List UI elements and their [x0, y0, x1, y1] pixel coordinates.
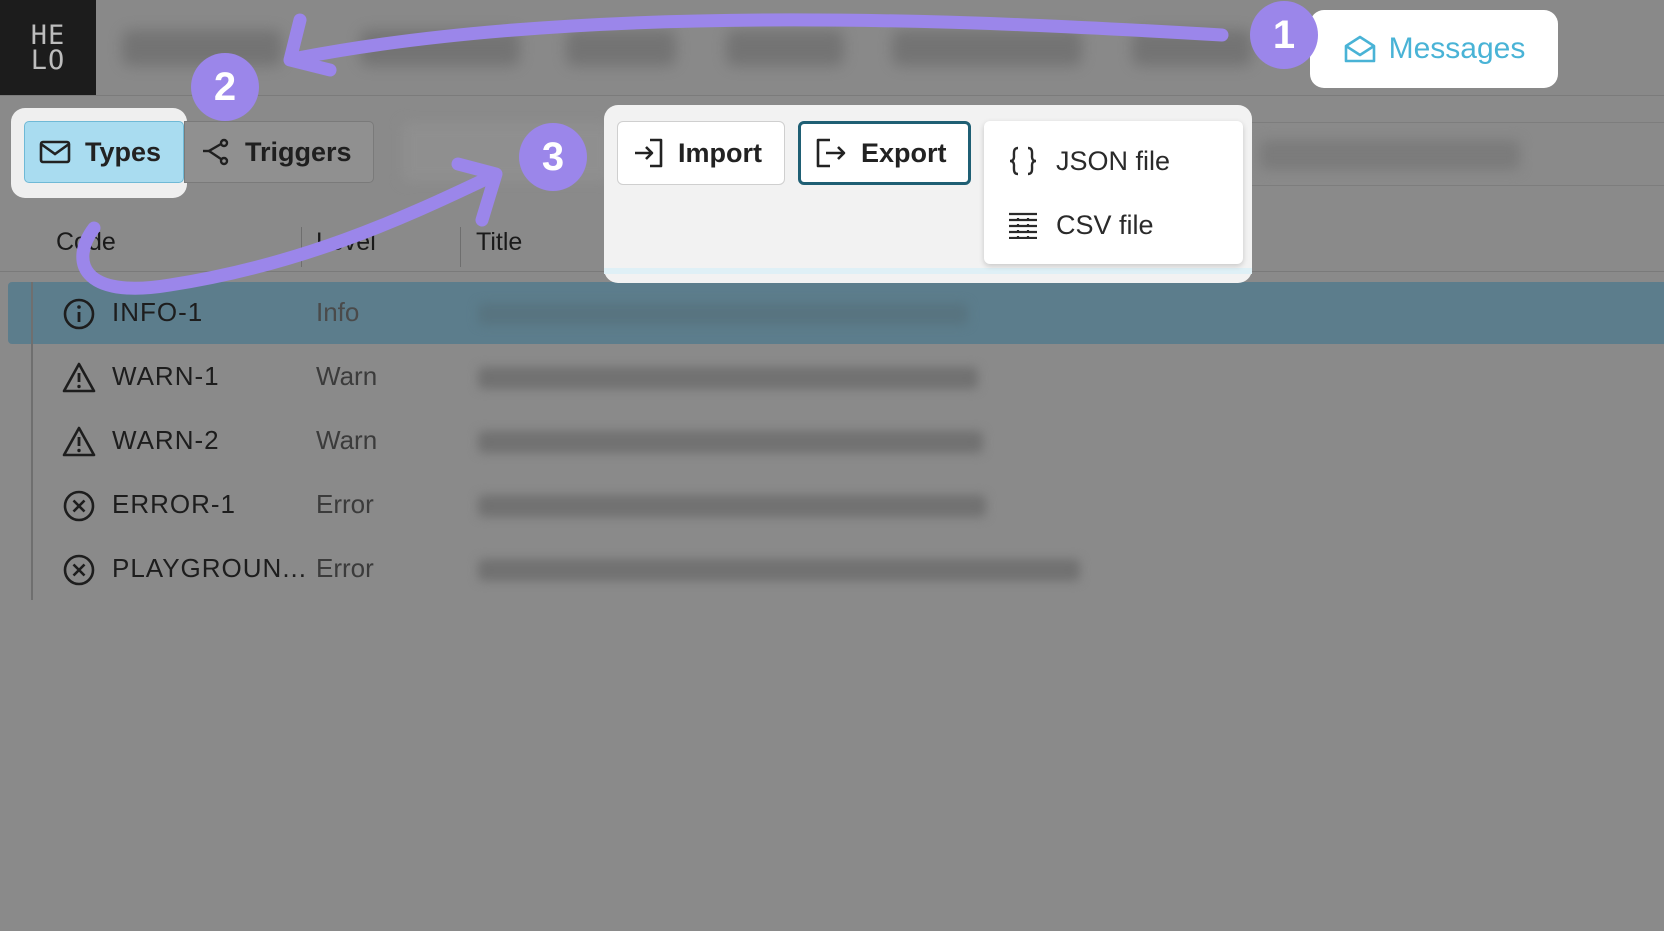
error-icon: [63, 490, 95, 522]
step-badge-1: 1: [1250, 1, 1318, 69]
logo-top: HE: [30, 19, 66, 51]
row-level: Warn: [316, 361, 378, 391]
share-nodes-icon: [203, 138, 229, 166]
column-header-level[interactable]: Level: [316, 228, 376, 257]
messages-nav-button[interactable]: Messages: [1310, 10, 1558, 88]
nav-item-blurred[interactable]: [726, 30, 844, 66]
step-badge-2: 2: [191, 53, 259, 121]
warning-icon: [62, 426, 96, 457]
import-button[interactable]: Import: [617, 121, 785, 185]
row-level: Info: [316, 297, 360, 327]
export-icon: [816, 138, 846, 168]
menu-item-label: CSV file: [1056, 209, 1154, 240]
column-separator[interactable]: [460, 227, 461, 267]
row-code: ERROR-1: [112, 489, 237, 519]
envelope-open-icon: [1344, 35, 1375, 63]
step-badge-3: 3: [519, 123, 587, 191]
row-code: PLAYGROUN...: [112, 553, 308, 583]
row-code: INFO-1: [112, 297, 204, 327]
table-row[interactable]: PLAYGROUN... Error: [0, 537, 1664, 601]
triggers-label: Triggers: [245, 136, 352, 167]
menu-item-json[interactable]: JSON file: [984, 129, 1243, 193]
info-icon: [63, 298, 95, 330]
envelope-icon: [39, 140, 71, 164]
warning-icon: [62, 362, 96, 393]
app-logo[interactable]: HE LO: [0, 0, 96, 95]
column-header-title[interactable]: Title: [476, 228, 522, 257]
menu-item-label: JSON file: [1056, 145, 1171, 176]
row-title-blurred: [478, 559, 1080, 581]
nav-item-blurred[interactable]: [1132, 30, 1252, 66]
logo-bottom: LO: [30, 44, 66, 76]
export-button[interactable]: Export: [798, 121, 971, 185]
row-level: Warn: [316, 425, 378, 455]
column-header-code[interactable]: Code: [56, 228, 116, 257]
table-row[interactable]: ERROR-1 Error: [0, 473, 1664, 537]
nav-item-blurred[interactable]: [566, 30, 676, 66]
types-label: Types: [85, 136, 162, 167]
types-tab-button[interactable]: Types: [24, 121, 184, 183]
braces-icon: [1009, 146, 1037, 176]
panel-accent-line: [604, 268, 1252, 274]
export-dropdown-menu: JSON file CSV file: [984, 121, 1243, 264]
triggers-tab-button[interactable]: Triggers: [184, 121, 374, 183]
column-separator[interactable]: [301, 227, 302, 267]
search-placeholder-blurred: [1260, 140, 1520, 170]
row-level: Error: [316, 489, 374, 519]
import-label: Import: [678, 137, 762, 168]
messages-label: Messages: [1388, 32, 1526, 65]
export-label: Export: [861, 137, 947, 168]
menu-item-csv[interactable]: CSV file: [984, 193, 1243, 257]
nav-item-blurred[interactable]: [360, 30, 520, 66]
table-row[interactable]: WARN-2 Warn: [0, 409, 1664, 473]
nav-item-blurred[interactable]: [892, 30, 1082, 66]
row-title-blurred: [478, 431, 983, 453]
import-icon: [635, 138, 663, 168]
row-title-blurred: [478, 495, 986, 517]
table-icon: [1009, 212, 1037, 239]
row-title-blurred: [478, 367, 978, 389]
row-code: WARN-1: [112, 361, 220, 391]
table-row[interactable]: INFO-1 Info: [0, 281, 1664, 345]
table-row[interactable]: WARN-1 Warn: [0, 345, 1664, 409]
error-icon: [63, 554, 95, 586]
row-code: WARN-2: [112, 425, 220, 455]
row-title-blurred: [478, 303, 968, 325]
row-level: Error: [316, 553, 374, 583]
